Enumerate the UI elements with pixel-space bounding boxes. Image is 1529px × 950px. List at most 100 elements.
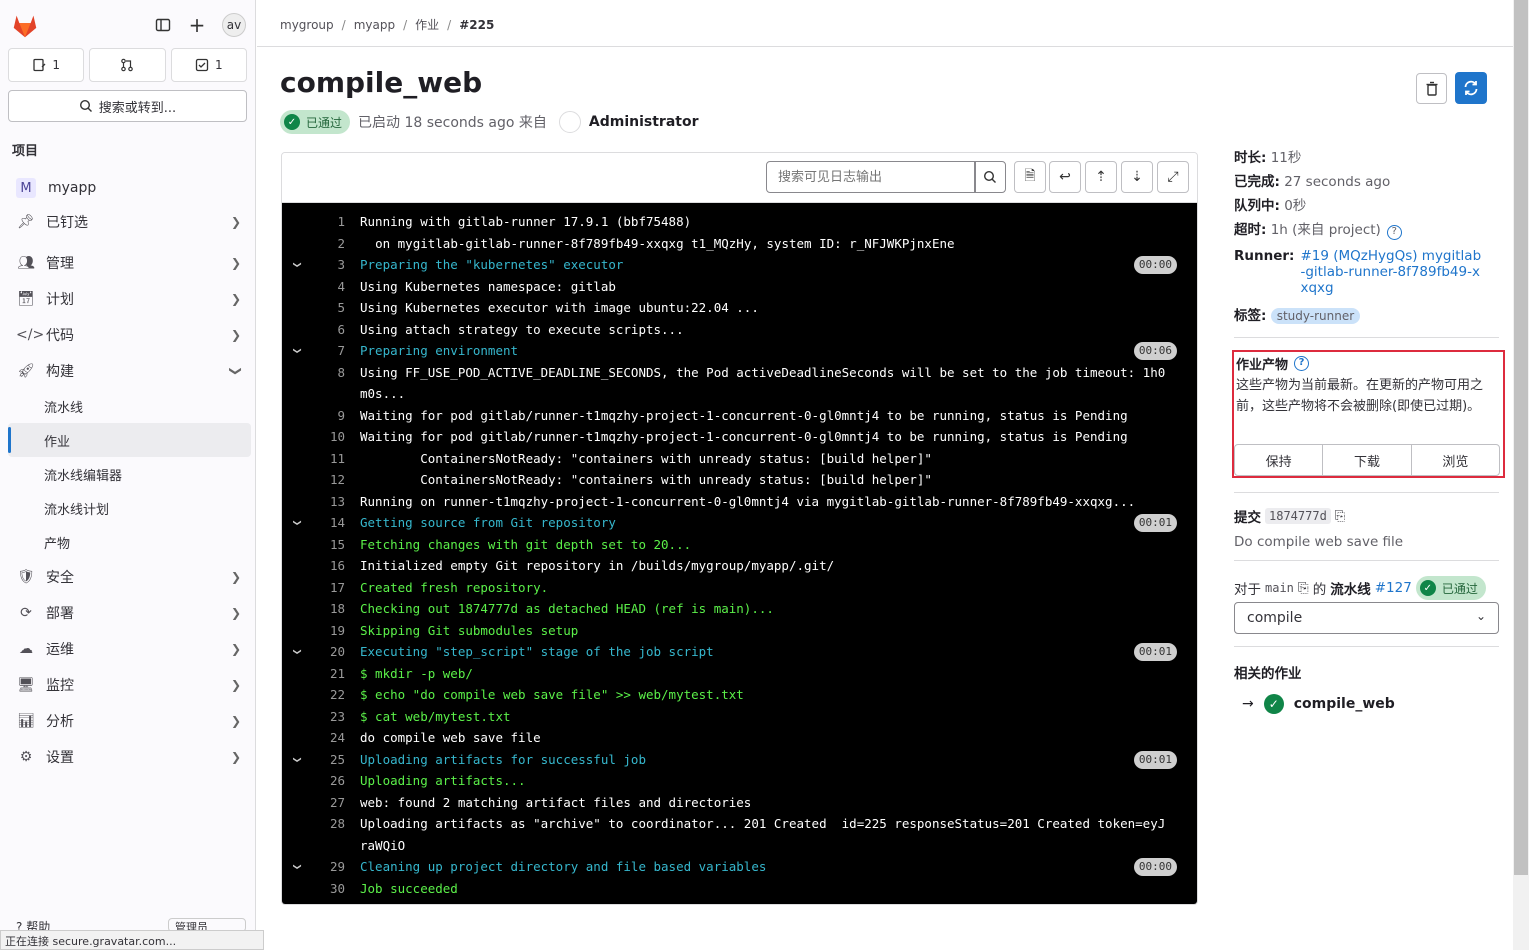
line-number[interactable]: 30 xyxy=(320,878,345,900)
line-number[interactable]: 22 xyxy=(320,684,345,706)
log-search-input[interactable] xyxy=(766,161,976,193)
wrap-lines-button[interactable]: ↩ xyxy=(1049,161,1081,193)
sidebar-item-security[interactable]: 🛡︎ 安全 ❯ xyxy=(8,559,251,595)
breadcrumb-project[interactable]: myapp xyxy=(354,18,395,32)
chevron-right-icon: ❯ xyxy=(230,328,241,342)
line-number[interactable]: 27 xyxy=(320,792,345,814)
sidebar-subitem-jobs[interactable]: 作业 xyxy=(8,423,251,457)
line-number[interactable]: 19 xyxy=(320,620,345,642)
line-number[interactable]: 21 xyxy=(320,663,345,685)
sidebar-item-pinned[interactable]: 📌︎ 已钉选 ❯ xyxy=(8,204,251,240)
sidebar-subitem-pipelines[interactable]: 流水线 xyxy=(8,389,251,423)
keep-artifacts-button[interactable]: 保持 xyxy=(1235,445,1324,475)
sidebar-item-project[interactable]: M myapp xyxy=(8,172,251,204)
erase-job-button[interactable] xyxy=(1416,73,1447,104)
browse-artifacts-button[interactable]: 浏览 xyxy=(1412,445,1499,475)
pipeline-status-badge[interactable]: ✓ 已通过 xyxy=(1415,576,1486,600)
line-number[interactable]: 12 xyxy=(320,469,345,491)
issues-count-button[interactable]: 1 xyxy=(8,48,85,82)
line-number[interactable]: 7 xyxy=(320,340,345,362)
line-number[interactable]: 13 xyxy=(320,491,345,513)
line-number[interactable]: 20 xyxy=(320,641,345,663)
collapse-section-icon[interactable]: ❯ xyxy=(287,347,309,354)
merge-requests-button[interactable] xyxy=(89,48,166,82)
sidebar-subitem-artifacts[interactable]: 产物 xyxy=(8,525,251,559)
create-new-icon[interactable]: + xyxy=(186,13,208,37)
breadcrumb-jobs[interactable]: 作业 xyxy=(415,18,439,32)
collapse-section-icon[interactable]: ❯ xyxy=(287,863,309,870)
line-number[interactable]: 6 xyxy=(320,319,345,341)
copy-icon[interactable]: ⎘ xyxy=(1335,509,1345,524)
line-number[interactable]: 14 xyxy=(320,512,345,534)
copy-icon[interactable]: ⎘ xyxy=(1298,580,1309,596)
line-text: on mygitlab-gitlab-runner-8f789fb49-xxqx… xyxy=(360,235,955,251)
breadcrumb-job-id[interactable]: #225 xyxy=(459,18,494,32)
help-question-icon[interactable]: ? xyxy=(1294,356,1310,371)
retry-job-button[interactable] xyxy=(1455,72,1487,104)
status-badge[interactable]: ✓ 已通过 xyxy=(280,110,351,134)
line-number[interactable]: 2 xyxy=(320,233,345,255)
line-number[interactable]: 16 xyxy=(320,555,345,577)
page-scrollbar-thumb[interactable] xyxy=(1514,0,1528,875)
log-search-button[interactable] xyxy=(974,161,1006,193)
scroll-bottom-button[interactable]: ⇣ xyxy=(1121,161,1153,193)
collapse-section-icon[interactable]: ❯ xyxy=(287,261,309,268)
line-number[interactable]: 17 xyxy=(320,577,345,599)
line-number[interactable]: 18 xyxy=(320,598,345,620)
detail-key: 超时: xyxy=(1234,222,1267,238)
sidebar-subitem-pipeline-editor[interactable]: 流水线编辑器 xyxy=(8,457,251,491)
line-number[interactable]: 15 xyxy=(320,534,345,556)
runner-link[interactable]: #19 (MQzHygQs) mygitlab-gitlab-runner-8f… xyxy=(1300,248,1485,296)
sidebar-item-operate[interactable]: ☁︎ 运维 ❯ xyxy=(8,631,251,667)
pipeline-ref[interactable]: main xyxy=(1265,581,1294,595)
sidebar-item-deploy[interactable]: ⟳ 部署 ❯ xyxy=(8,595,251,631)
sidebar-item-analyze[interactable]: 📊︎ 分析 ❯ xyxy=(8,703,251,739)
toggle-sidebar-icon[interactable] xyxy=(152,14,174,36)
line-number[interactable]: 26 xyxy=(320,770,345,792)
collapse-section-icon[interactable]: ❯ xyxy=(287,648,309,655)
scroll-top-button[interactable]: ⇡ xyxy=(1085,161,1117,193)
pipeline-link[interactable]: #127 xyxy=(1375,580,1412,596)
section-duration-badge: 00:01 xyxy=(1133,643,1177,661)
sidebar-subitem-pipeline-schedules[interactable]: 流水线计划 xyxy=(8,491,251,525)
line-number[interactable]: 8 xyxy=(320,362,345,384)
sidebar-item-monitor[interactable]: 🖥︎ 监控 ❯ xyxy=(8,667,251,703)
user-avatar-small[interactable] xyxy=(558,111,581,133)
sidebar-item-build[interactable]: 🚀︎ 构建 ❯ xyxy=(8,353,251,389)
line-number[interactable]: 23 xyxy=(320,706,345,728)
stage-select[interactable]: compile ⌄ xyxy=(1234,602,1499,634)
line-number[interactable]: 28 xyxy=(320,813,345,835)
sidebar-item-code[interactable]: </> 代码 ❯ xyxy=(8,317,251,353)
line-number[interactable]: 4 xyxy=(320,276,345,298)
line-text: Waiting for pod gitlab/runner-t1mqzhy-pr… xyxy=(360,429,1128,444)
gitlab-logo-icon[interactable] xyxy=(10,10,40,40)
user-avatar[interactable]: av xyxy=(222,13,246,37)
sidebar-item-plan[interactable]: 📅︎ 计划 ❯ xyxy=(8,281,251,317)
download-artifacts-button[interactable]: 下载 xyxy=(1323,445,1412,475)
sidebar-item-label: 计划 xyxy=(46,292,74,308)
line-number[interactable]: 10 xyxy=(320,426,345,448)
line-number[interactable]: 24 xyxy=(320,727,345,749)
line-number[interactable]: 29 xyxy=(320,856,345,878)
detail-key: 时长: xyxy=(1234,150,1267,166)
line-number[interactable]: 11 xyxy=(320,448,345,470)
sidebar-item-settings[interactable]: ⚙︎ 设置 ❯ xyxy=(8,739,251,775)
line-number[interactable]: 9 xyxy=(320,405,345,427)
related-job-item[interactable]: → ✓ compile_web xyxy=(1242,694,1395,714)
collapse-section-icon[interactable]: ❯ xyxy=(287,519,309,526)
line-number[interactable]: 1 xyxy=(320,211,345,233)
triggered-by-user[interactable]: Administrator xyxy=(589,114,699,130)
line-number[interactable]: 3 xyxy=(320,254,345,276)
collapse-section-icon[interactable]: ❯ xyxy=(287,756,309,763)
todos-count-button[interactable]: 1 xyxy=(170,48,247,82)
commit-sha[interactable]: 1874777d xyxy=(1265,508,1331,524)
raw-log-button[interactable]: 🗎 xyxy=(1014,161,1046,193)
line-number[interactable]: 5 xyxy=(320,297,345,319)
line-number[interactable]: 25 xyxy=(320,749,345,771)
fullscreen-button[interactable]: ⤢ xyxy=(1157,161,1189,193)
search-button[interactable]: 搜索或转到... xyxy=(8,90,247,122)
help-question-icon[interactable]: ? xyxy=(1386,225,1402,240)
log-toolbar: 🗎 ↩ ⇡ ⇣ ⤢ xyxy=(282,153,1197,203)
sidebar-item-manage[interactable]: 👥︎ 管理 ❯ xyxy=(8,245,251,281)
breadcrumb-group[interactable]: mygroup xyxy=(280,18,334,32)
